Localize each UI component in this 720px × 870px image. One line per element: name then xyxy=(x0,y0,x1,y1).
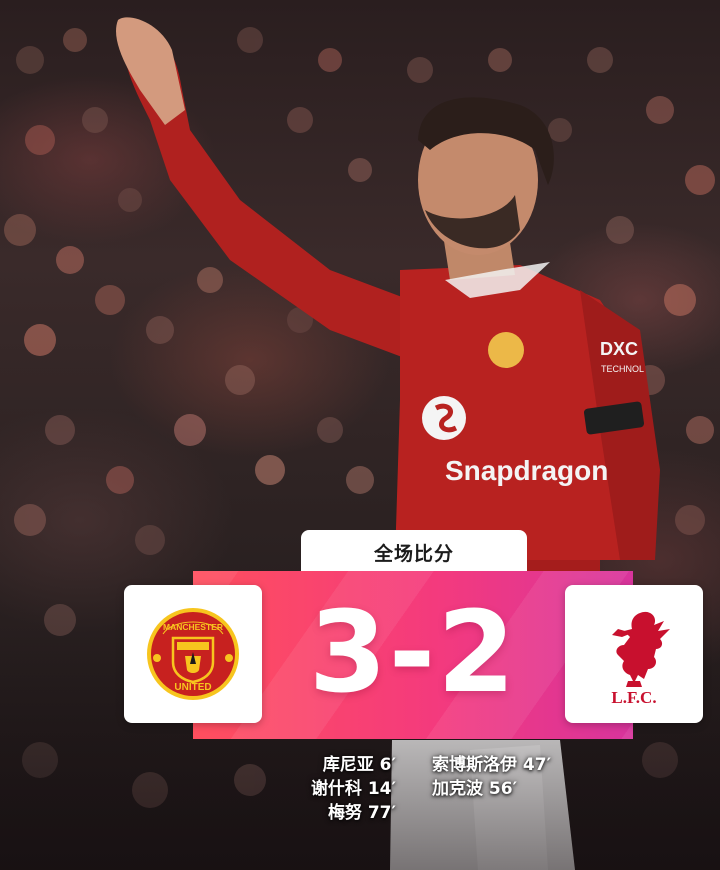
crest-top-text: MANCHESTER xyxy=(163,622,223,632)
home-scorer: 库尼亚 6′ xyxy=(322,755,396,775)
manchester-united-crest-icon: MANCHESTER UNITED xyxy=(147,608,239,700)
background-photo: Snapdragon DXC TECHNOL xyxy=(0,0,720,870)
liverpool-liver-bird-crest-icon: L.F.C. xyxy=(611,611,670,707)
home-scorer: 谢什科 14′ xyxy=(310,779,396,799)
home-scorer: 梅努 77′ xyxy=(327,803,396,823)
away-scorer: 加克波 56′ xyxy=(432,779,518,799)
away-scorers: 索博斯洛伊 47′ 加克波 56′ xyxy=(432,753,592,801)
sleeve-sponsor-text: DXC xyxy=(600,339,638,359)
liverpool-crest-box: L.F.C. xyxy=(565,585,703,723)
liverpool-crest-text: L.F.C. xyxy=(611,688,656,707)
sleeve-sponsor-sub-text: TECHNOL xyxy=(601,364,644,374)
sponsor-text: Snapdragon xyxy=(445,455,608,486)
manchester-united-crest-box: MANCHESTER UNITED xyxy=(124,585,262,723)
away-scorer: 索博斯洛伊 47′ xyxy=(432,755,552,775)
crest-bottom-text: UNITED xyxy=(174,682,211,693)
home-scorers: 库尼亚 6′ 谢什科 14′ 梅努 77′ xyxy=(300,753,396,825)
score-label: 全场比分 xyxy=(301,530,527,574)
